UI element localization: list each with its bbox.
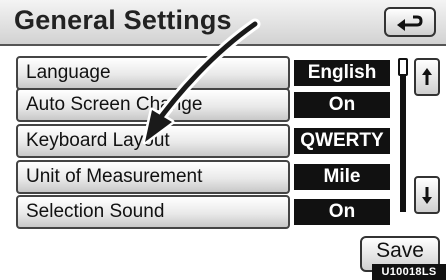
settings-row-selection-sound: Selection Sound On [16, 195, 392, 229]
selection-sound-value: On [294, 199, 390, 225]
language-value: English [294, 60, 390, 86]
reference-code: U10018LS [372, 264, 446, 280]
save-label: Save [376, 239, 424, 262]
language-label: Language [26, 62, 111, 83]
auto-screen-change-button[interactable]: Auto Screen Change [16, 88, 290, 122]
auto-screen-change-value: On [294, 92, 390, 118]
return-arrow-icon [397, 15, 423, 31]
auto-screen-change-label: Auto Screen Change [26, 94, 203, 115]
scroll-down-button[interactable] [414, 176, 440, 214]
scrollbar-thumb[interactable] [398, 58, 408, 76]
scroll-up-icon [422, 68, 432, 85]
scroll-down-icon [422, 187, 432, 204]
page-title: General Settings [14, 5, 232, 35]
keyboard-layout-value: QWERTY [294, 128, 390, 154]
unit-of-measurement-value: Mile [294, 164, 390, 190]
keyboard-layout-label: Keyboard Layout [26, 130, 170, 151]
settings-row-auto-screen-change: Auto Screen Change On [16, 88, 392, 122]
back-button[interactable] [384, 7, 436, 37]
unit-of-measurement-button[interactable]: Unit of Measurement [16, 160, 290, 194]
settings-row-keyboard-layout: Keyboard Layout QWERTY [16, 124, 392, 158]
selection-sound-label: Selection Sound [26, 201, 165, 222]
scrollbar-track[interactable] [400, 58, 406, 212]
selection-sound-button[interactable]: Selection Sound [16, 195, 290, 229]
language-button[interactable]: Language [16, 56, 290, 90]
scroll-up-button[interactable] [414, 58, 440, 96]
unit-of-measurement-label: Unit of Measurement [26, 166, 203, 187]
header-bar: General Settings [0, 0, 446, 46]
keyboard-layout-button[interactable]: Keyboard Layout [16, 124, 290, 158]
settings-row-language: Language English [16, 56, 392, 90]
settings-row-unit-of-measurement: Unit of Measurement Mile [16, 160, 392, 194]
